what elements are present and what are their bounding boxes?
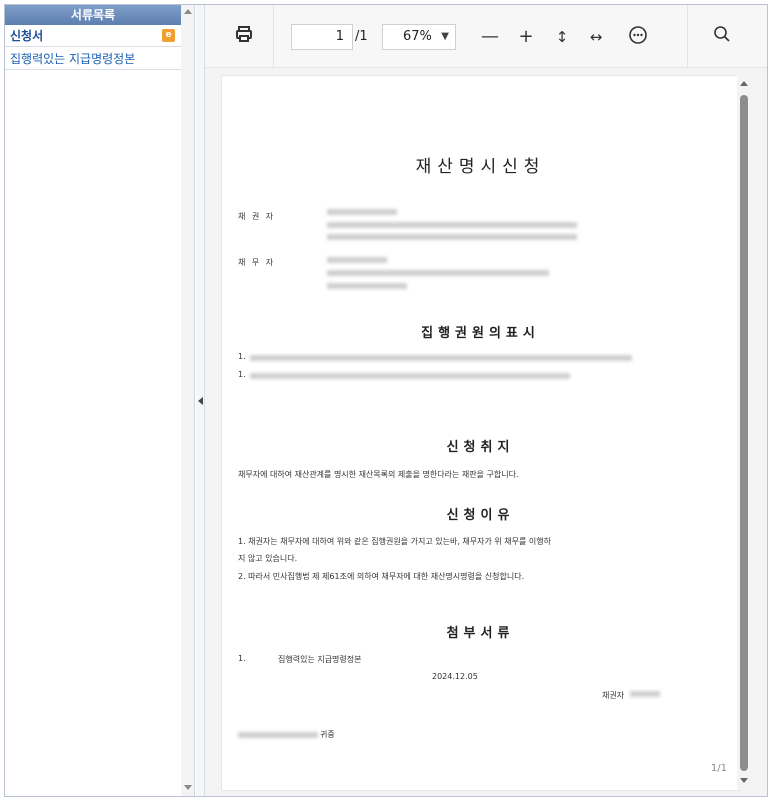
document-list-item-label: 신청서 [10,29,44,43]
app-frame: 서류목록 신청서 e 집행력있는 지급명령정본 1 /1 67% ▼ — + ↕… [4,4,768,797]
redacted-text [327,257,387,263]
creditor-label: 채 권 자 [238,212,276,221]
purpose-text: 채무자에 대하여 재산관계를 명시한 재산목록의 제출을 명한다라는 재판을 구… [238,470,519,479]
reason-line: 2. 따라서 민사집행법 제 제61조에 의하여 채무자에 대한 재산명시명령을… [238,572,525,581]
attachment-number: 1. [238,654,246,663]
redacted-text [630,691,660,697]
redacted-text [327,222,577,228]
document-list-item-label: 집행력있는 지급명령정본 [10,52,136,66]
debtor-label: 채 무 자 [238,258,276,267]
enforcement-item: 1. [238,352,246,361]
scroll-down-icon[interactable] [184,785,192,790]
scroll-up-icon[interactable] [740,81,748,86]
purpose-heading: 신청취지 [446,440,515,455]
signer-label: 채권자 [602,691,625,700]
redacted-text [250,355,632,361]
redacted-text [238,732,318,738]
document-page: 재산명시신청 채 권 자 채 무 자 집행권원의표시 1. 1. 신청취지 채무… [221,75,740,791]
redacted-text [327,283,407,289]
scrollbar-thumb[interactable] [740,95,748,771]
document-list-header: 서류목록 [5,5,181,25]
reason-line: 지 않고 있습니다. [238,554,298,563]
sidebar-scrollbar[interactable] [181,5,194,796]
print-icon[interactable] [231,25,257,49]
page-number-input[interactable]: 1 [291,24,353,50]
fit-width-icon[interactable]: ↔ [583,25,609,49]
document-title: 재산명시신청 [415,157,546,177]
attachment-item: 집행력있는 지급명령정본 [278,655,362,664]
toolbar-separator [273,5,274,67]
scroll-up-icon[interactable] [184,9,192,14]
search-icon[interactable] [709,25,735,49]
fit-height-icon[interactable]: ↕ [549,25,575,49]
enforcement-title-heading: 집행권원의표시 [421,326,540,341]
reason-line: 1. 채권자는 채무자에 대하여 위와 같은 집행권원을 가지고 있는바, 채무… [238,537,552,546]
page-total-label: /1 [355,29,368,44]
document-list-panel: 서류목록 신청서 e 집행력있는 지급명령정본 [5,5,195,796]
reason-heading: 신청이유 [446,508,515,523]
edoc-badge-icon: e [162,29,175,42]
document-list-item-payment-order[interactable]: 집행력있는 지급명령정본 [5,48,181,70]
document-list-item-application[interactable]: 신청서 e [5,25,181,47]
panel-splitter[interactable] [196,5,205,796]
collapse-arrow-icon[interactable] [198,397,203,405]
document-scrollbar[interactable] [737,75,751,789]
zoom-select[interactable]: 67% ▼ [382,24,456,50]
pdf-viewer: 1 /1 67% ▼ — + ↕ ↔ 재산명시신청 채 권 자 채 무 자 집행… [205,5,767,796]
court-suffix: 귀중 [320,730,335,739]
more-icon[interactable] [625,25,651,49]
enforcement-item: 1. [238,370,246,379]
viewer-toolbar: 1 /1 67% ▼ — + ↕ ↔ [205,5,767,68]
zoom-out-icon[interactable]: — [477,25,503,49]
redacted-text [250,373,570,379]
page-indicator: 1/1 [710,763,727,774]
zoom-value: 67% [403,29,432,44]
redacted-text [327,209,397,215]
redacted-text [327,234,577,240]
scroll-down-icon[interactable] [740,778,748,783]
toolbar-separator [687,5,688,67]
redacted-text [327,270,549,276]
attachments-heading: 첨부서류 [446,626,515,641]
chevron-down-icon: ▼ [441,31,449,42]
document-date: 2024.12.05 [432,672,478,681]
zoom-in-icon[interactable]: + [513,25,539,49]
